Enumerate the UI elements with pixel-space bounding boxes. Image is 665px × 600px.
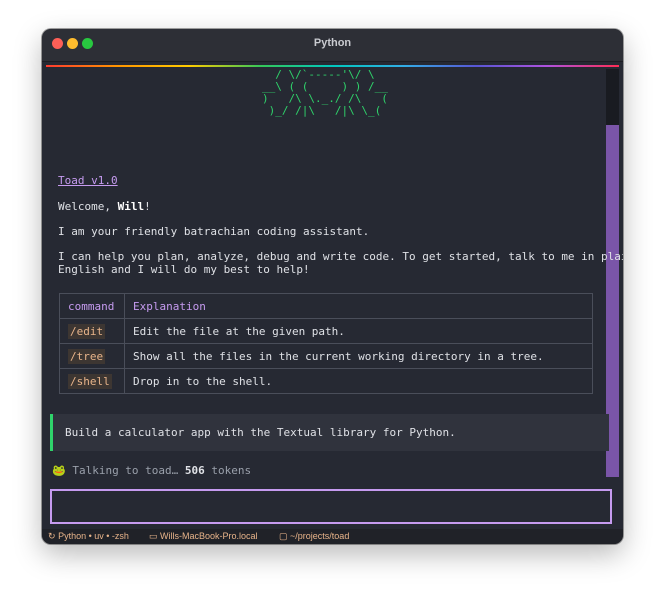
terminal-status-bar: ↻ Python • uv • -zsh ▭ Wills-MacBook-Pro… — [42, 529, 623, 544]
session-label: Python • uv • -zsh — [58, 531, 129, 541]
table-row: /edit Edit the file at the given path. — [59, 318, 593, 344]
command-code: /edit — [68, 323, 106, 339]
folder-icon: ▢ — [279, 531, 288, 541]
explanation-cell: Drop in to the shell. — [124, 368, 593, 394]
commands-table: command Explanation /edit Edit the file … — [59, 293, 593, 394]
user-prompt-block: Build a calculator app with the Textual … — [50, 414, 609, 451]
explanation-cell: Show all the files in the current workin… — [124, 343, 593, 369]
host-item[interactable]: ▭ Wills-MacBook-Pro.local — [149, 529, 258, 544]
column-header-explanation: Explanation — [124, 293, 593, 319]
title-bar: Python — [42, 29, 623, 62]
version-link[interactable]: Toad v1.0 — [58, 174, 118, 187]
status-suffix: tokens — [204, 464, 252, 477]
table-row: /tree Show all the files in the current … — [59, 343, 593, 369]
welcome-suffix: ! — [144, 200, 151, 213]
session-item[interactable]: ↻ Python • uv • -zsh — [48, 529, 129, 544]
rainbow-divider — [46, 65, 619, 67]
command-code: /tree — [68, 348, 106, 364]
host-label: Wills-MacBook-Pro.local — [160, 531, 258, 541]
intro-text: I am your friendly batrachian coding ass… — [58, 225, 370, 238]
help-text-line-1: I can help you plan, analyze, debug and … — [58, 250, 623, 263]
user-prompt-text: Build a calculator app with the Textual … — [65, 426, 456, 439]
frog-icon: 🐸 — [52, 464, 66, 477]
token-count: 506 — [184, 464, 205, 477]
table-header-row: command Explanation — [59, 293, 593, 319]
terminal-window: Python / \/`-----'\/ \ __\ ( ( ) ) /__ )… — [42, 29, 623, 544]
status-line: 🐸 Talking to toad… 506 tokens — [52, 464, 251, 477]
command-cell: /tree — [59, 343, 125, 369]
toad-ascii-logo: / \/`-----'\/ \ __\ ( ( ) ) /__ ) /\ \._… — [262, 68, 388, 117]
welcome-line: Welcome, Will! — [58, 200, 151, 213]
path-item[interactable]: ▢ ~/projects/toad — [279, 529, 349, 544]
explanation-cell: Edit the file at the given path. — [124, 318, 593, 344]
help-text-line-2: English and I will do my best to help! — [58, 263, 310, 276]
welcome-prefix: Welcome, — [58, 200, 118, 213]
window-title: Python — [313, 37, 352, 49]
status-prefix: Talking to toad… — [72, 464, 185, 477]
command-cell: /shell — [59, 368, 125, 394]
version-line: Toad v1.0 — [58, 174, 118, 187]
session-icon: ↻ — [48, 531, 56, 541]
prompt-input[interactable] — [50, 489, 612, 524]
path-label: ~/projects/toad — [290, 531, 350, 541]
monitor-icon: ▭ — [149, 531, 158, 541]
user-name: Will — [117, 200, 145, 213]
command-cell: /edit — [59, 318, 125, 344]
column-header-command: command — [59, 293, 125, 319]
command-code: /shell — [68, 373, 112, 389]
table-row: /shell Drop in to the shell. — [59, 368, 593, 394]
